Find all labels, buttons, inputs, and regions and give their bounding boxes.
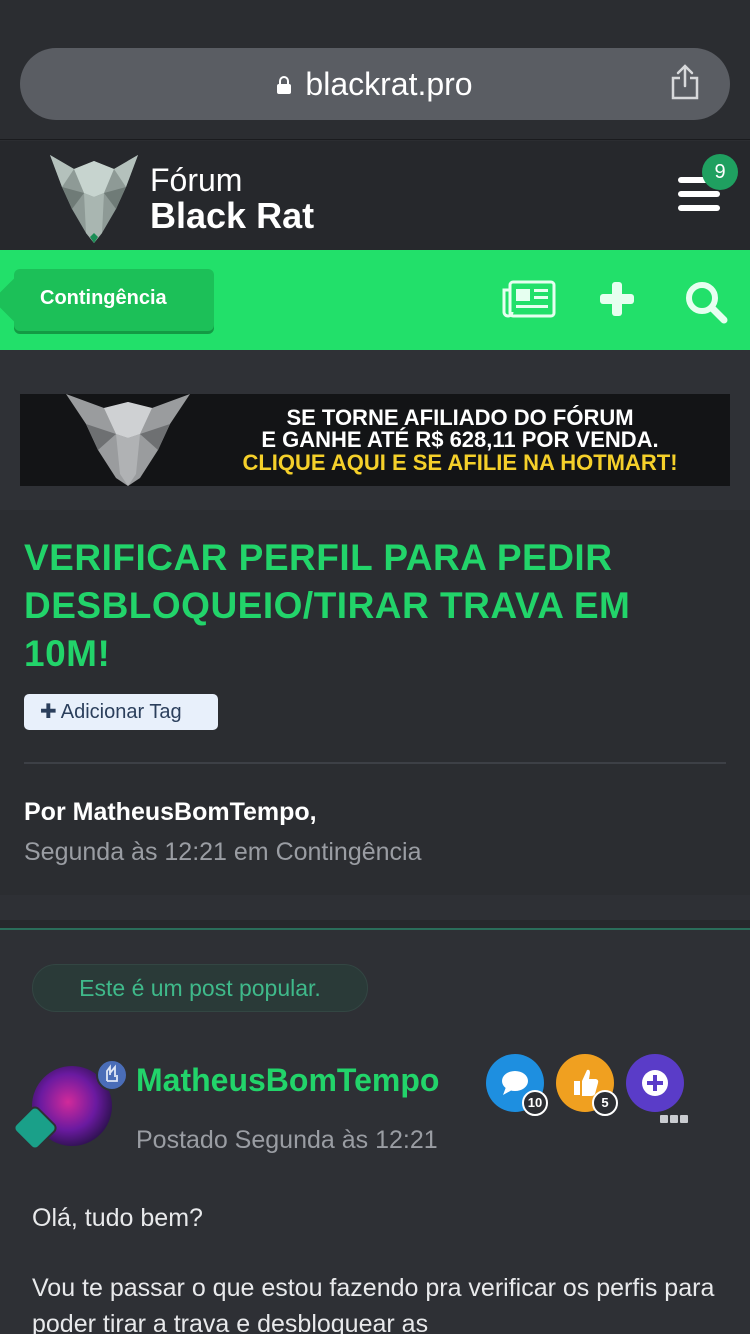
topic-date: Segunda às 12:21 em Contingência: [24, 838, 422, 866]
banner-line-3: CLIQUE AQUI E SE AFILIE NA HOTMART!: [242, 450, 678, 475]
page-title: VERIFICAR PERFIL PARA PEDIR DESBLOQUEIO/…: [24, 537, 631, 674]
logo-line-2: Black Rat: [150, 195, 315, 236]
achievement-thumbs-up-icon[interactable]: 5: [556, 1054, 618, 1116]
breadcrumb-label: Contingência: [40, 287, 167, 309]
navigation-bar: Contingência: [0, 250, 750, 350]
more-achievements-icon[interactable]: [660, 1110, 690, 1128]
url-text: blackrat.pro: [305, 65, 473, 102]
newspaper-icon[interactable]: [502, 280, 556, 318]
post-separator: [0, 920, 750, 930]
post-username[interactable]: MatheusBomTempo: [136, 1062, 439, 1099]
rank-badge-icon: [96, 1059, 128, 1091]
breadcrumb-contingencia[interactable]: Contingência: [14, 269, 214, 331]
affiliate-banner[interactable]: SE TORNE AFILIADO DO FÓRUM E GANHE ATÉ R…: [20, 394, 730, 486]
forum-header: Fórum Black Rat 9: [0, 141, 750, 250]
plus-icon[interactable]: [598, 280, 636, 318]
divider: [24, 762, 726, 764]
topic-author[interactable]: Por MatheusBomTempo,: [24, 798, 317, 827]
browser-chrome: blackrat.pro: [0, 0, 750, 140]
add-tag-button[interactable]: ✚ Adicionar Tag: [24, 694, 218, 730]
achievement-comment-icon[interactable]: 10: [486, 1054, 548, 1116]
share-icon[interactable]: [670, 64, 700, 100]
search-icon[interactable]: [684, 280, 728, 324]
logo-line-1: Fórum: [150, 162, 243, 198]
post-container: [0, 895, 750, 1334]
notification-badge: 9: [702, 154, 738, 190]
banner-line-2: E GANHE ATÉ R$ 628,11 POR VENDA.: [261, 427, 659, 452]
post-body-paragraph: Vou te passar o que estou fazendo pra ve…: [32, 1274, 715, 1334]
post-timestamp: Postado Segunda às 12:21: [136, 1126, 438, 1154]
address-bar[interactable]: blackrat.pro: [20, 48, 730, 120]
rat-mask-logo-icon[interactable]: [46, 147, 142, 245]
add-tag-label: Adicionar Tag: [60, 701, 182, 723]
plus-icon: ✚: [40, 701, 57, 723]
post-body-paragraph: Olá, tudo bem?: [32, 1204, 203, 1232]
popular-post-badge: Este é um post popular.: [32, 964, 368, 1012]
achievement-count: 5: [592, 1090, 618, 1116]
lock-icon: [277, 76, 292, 94]
achievement-count: 10: [522, 1090, 548, 1116]
forum-logo-text[interactable]: Fórum Black Rat: [150, 163, 314, 235]
achievement-plus-icon[interactable]: [626, 1054, 684, 1112]
